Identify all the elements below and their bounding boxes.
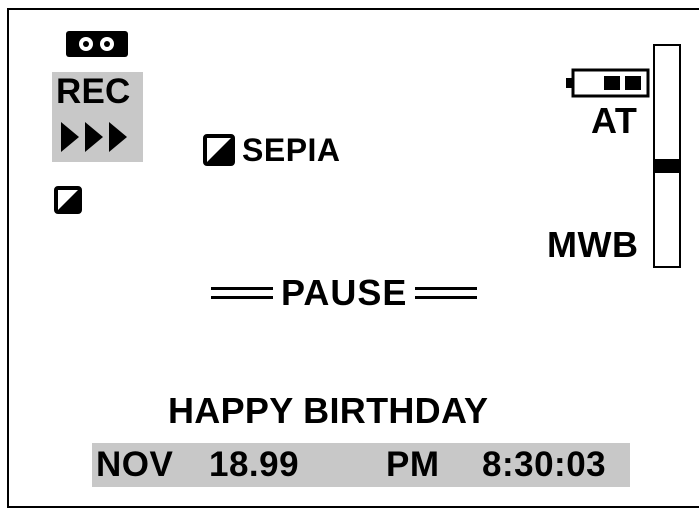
date-value: 18.99	[209, 445, 300, 484]
title-overlay: HAPPY BIRTHDAY	[168, 390, 489, 431]
date-time-display: NOV 18.99 PM 8:30:03	[92, 443, 630, 487]
diagonal-split-square-icon	[203, 134, 235, 166]
diagonal-split-square-icon	[54, 186, 82, 214]
recording-status: REC	[52, 72, 143, 162]
double-line-icon	[415, 287, 478, 299]
white-balance-slider-knob[interactable]	[655, 159, 679, 173]
tape-cassette-icon	[66, 31, 128, 57]
battery-icon	[566, 68, 650, 98]
effect-label: SEPIA	[242, 132, 341, 168]
pause-indicator: PAUSE	[211, 272, 478, 313]
manual-white-balance-label: MWB	[547, 224, 639, 265]
double-line-icon	[211, 287, 273, 299]
time-value: 8:30:03	[482, 445, 607, 484]
pause-label: PAUSE	[281, 272, 408, 313]
white-balance-auto-label: AT	[591, 100, 638, 141]
effect-indicator: SEPIA	[203, 132, 341, 168]
time-period: PM	[386, 445, 440, 484]
rec-label: REC	[56, 72, 131, 111]
triple-play-arrow-icon	[61, 122, 127, 152]
white-balance-slider[interactable]	[653, 44, 681, 268]
date-month: NOV	[96, 445, 174, 484]
